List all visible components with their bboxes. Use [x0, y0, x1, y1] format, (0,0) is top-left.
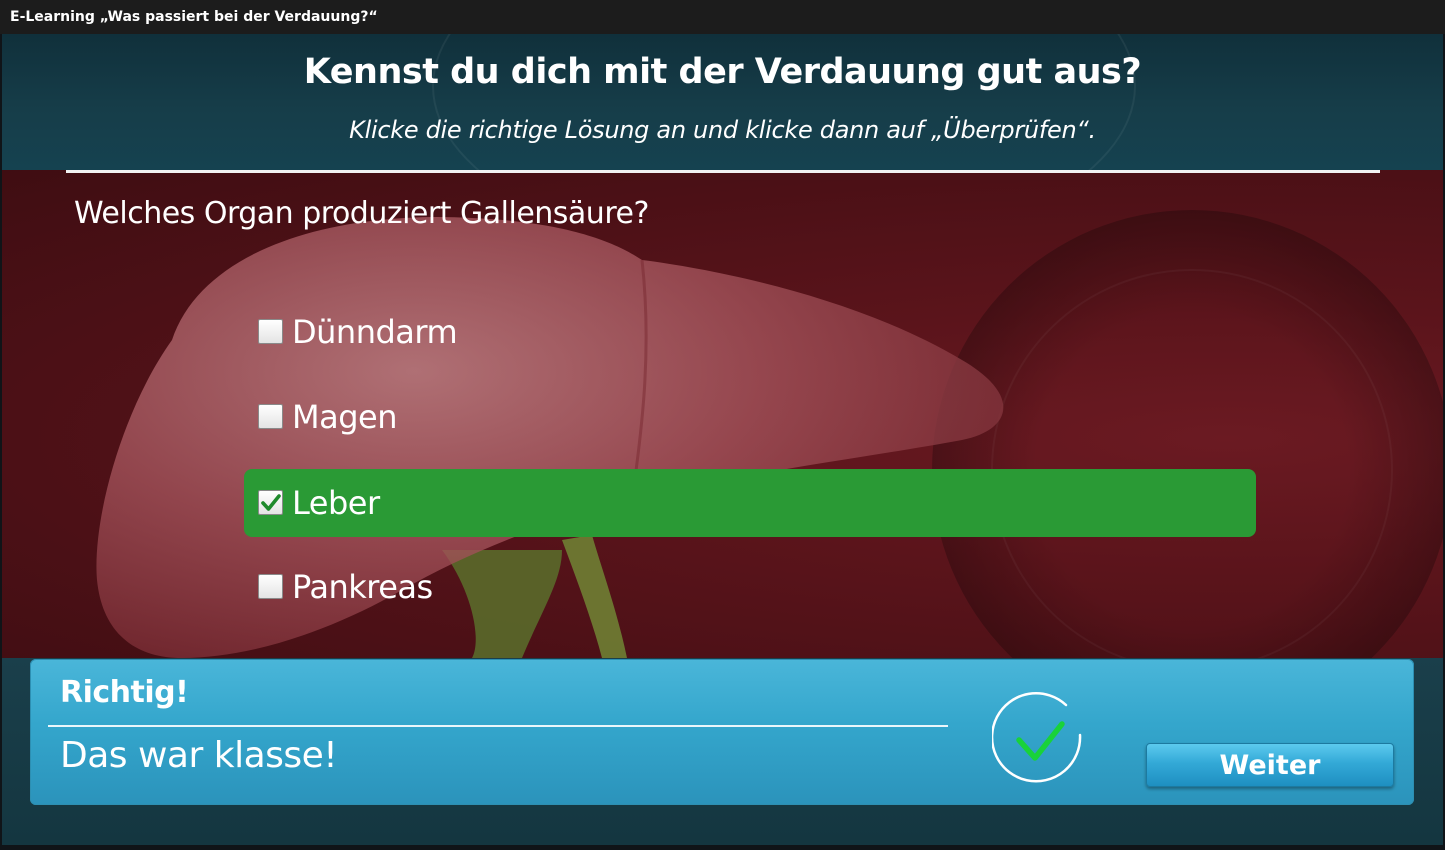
checkbox-unchecked[interactable] [258, 319, 283, 344]
instruction-text: Klicke die richtige Lösung an und klicke… [349, 116, 1096, 144]
checkbox-unchecked[interactable] [258, 574, 283, 599]
feedback-title: Richtig! [60, 675, 189, 710]
lesson-stage: Kennst du dich mit der Verdauung gut aus… [2, 34, 1443, 845]
answer-option-pankreas[interactable]: Pankreas [244, 553, 1256, 621]
window-title: E-Learning „Was passiert bei der Verdauu… [0, 0, 1445, 34]
header-banner: Kennst du dich mit der Verdauung gut aus… [2, 34, 1443, 170]
feedback-message: Das war klasse! [60, 735, 338, 776]
answer-option-duenndarm[interactable]: Dünndarm [244, 298, 1256, 366]
continue-button[interactable]: Weiter [1146, 743, 1394, 787]
checkbox-unchecked[interactable] [258, 404, 283, 429]
answer-option-magen[interactable]: Magen [244, 383, 1256, 451]
feedback-divider [48, 725, 948, 727]
question-text: Welches Organ produziert Gallensäure? [74, 196, 649, 231]
checkbox-checked[interactable] [258, 490, 283, 515]
page-title: Kennst du dich mit der Verdauung gut aus… [303, 52, 1142, 92]
option-label: Pankreas [292, 568, 433, 606]
feedback-panel: Richtig! Das war klasse! Weiter [30, 659, 1414, 805]
answer-option-leber[interactable]: Leber [244, 469, 1256, 537]
option-label: Dünndarm [292, 313, 458, 351]
option-label: Magen [292, 398, 398, 436]
checkmark-icon [261, 494, 281, 511]
header-divider [66, 170, 1380, 173]
option-label: Leber [292, 484, 380, 522]
checkmark-circle-icon [992, 691, 1082, 783]
